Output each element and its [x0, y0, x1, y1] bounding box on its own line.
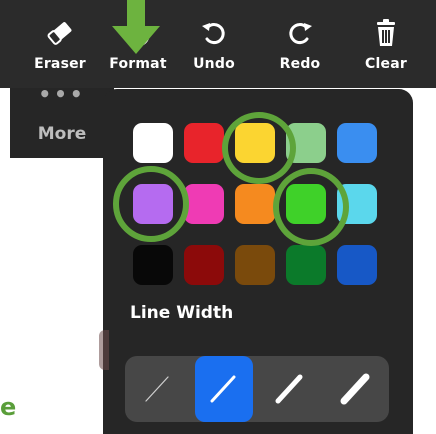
more-label: More [37, 124, 87, 144]
trash-icon [348, 18, 424, 48]
color-swatch-dark-blue[interactable] [337, 245, 377, 285]
redo-label: Redo [279, 56, 321, 72]
color-swatch-brown[interactable] [235, 245, 275, 285]
eraser-label: Eraser [34, 56, 86, 72]
color-swatch-dark-green[interactable] [286, 245, 326, 285]
pointer-arrow-icon [110, 0, 162, 56]
color-swatch-white[interactable] [133, 123, 173, 163]
clear-button[interactable]: Clear [348, 0, 424, 88]
color-swatch-red[interactable] [184, 123, 224, 163]
thick-line-icon [340, 373, 370, 405]
eraser-button[interactable]: Eraser [22, 0, 98, 88]
line-width-thin-option[interactable] [195, 356, 253, 422]
thin-line-icon [210, 375, 236, 403]
medium-line-icon [275, 374, 303, 404]
line-width-selector [125, 356, 389, 422]
background-fragment [99, 330, 109, 370]
highlight-ring-purple [113, 166, 189, 242]
clear-label: Clear [365, 56, 407, 72]
annotation-toolbar: Eraser Format Undo Redo Clear [0, 0, 436, 88]
color-swatch-dark-red[interactable] [184, 245, 224, 285]
more-button[interactable]: ••• More [10, 82, 114, 158]
line-width-medium-option[interactable] [261, 356, 319, 422]
highlight-ring-yellow [222, 112, 296, 184]
color-swatch-blue[interactable] [337, 123, 377, 163]
more-dots-icon: ••• [38, 82, 86, 106]
eraser-icon [22, 18, 98, 48]
undo-button[interactable]: Undo [176, 0, 252, 88]
redo-icon [262, 18, 338, 48]
undo-label: Undo [193, 56, 235, 72]
color-swatch-orange[interactable] [235, 184, 275, 224]
undo-icon [176, 18, 252, 48]
line-width-title: Line Width [130, 303, 234, 323]
line-width-thick-option[interactable] [327, 356, 385, 422]
line-width-thinnest-option[interactable] [129, 356, 187, 422]
redo-button[interactable]: Redo [262, 0, 338, 88]
highlight-ring-green [273, 168, 349, 246]
format-label: Format [109, 56, 167, 72]
color-swatch-pink[interactable] [184, 184, 224, 224]
color-swatch-black[interactable] [133, 245, 173, 285]
background-text-fragment: e [0, 393, 17, 421]
thinnest-line-icon [145, 376, 169, 402]
